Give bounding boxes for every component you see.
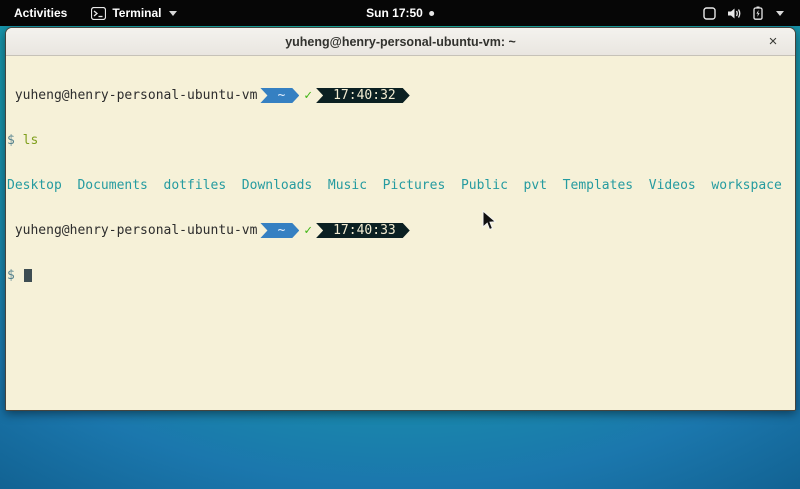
directory-name: Templates [563,178,633,193]
prompt-dollar: $ [7,268,15,283]
ls-output-line: Desktop Documents dotfiles Downloads Music Pi… [7,178,794,193]
chevron-down-icon [776,11,784,16]
directory-name: Desktop [7,178,62,193]
directory-name: Pictures [383,178,446,193]
prompt-user-host: yuheng@henry-personal-ubuntu-vm [7,223,257,238]
prompt-user-host: yuheng@henry-personal-ubuntu-vm [7,88,257,103]
powerline-time-segment: 17:40:32 [316,88,410,103]
close-button[interactable]: × [763,32,783,52]
terminal-window: yuheng@henry-personal-ubuntu-vm: ~ × yuh… [5,27,796,411]
powerline-path-segment: ~ [260,88,299,103]
prompt-line-2: yuheng@henry-personal-ubuntu-vm ~ ✓ 17:4… [7,223,794,238]
terminal-icon [91,7,106,20]
powerline-time-segment: 17:40:33 [316,223,410,238]
directory-name: dotfiles [164,178,227,193]
input-line: $ [7,268,794,283]
clock-button[interactable]: Sun 17:50 [358,0,442,26]
battery-charging-icon [753,6,763,20]
status-check-icon: ✓ [304,88,312,103]
directory-name: workspace [711,178,781,193]
prompt-line-1: yuheng@henry-personal-ubuntu-vm ~ ✓ 17:4… [7,88,794,103]
directory-name: Downloads [242,178,312,193]
clock-label: Sun 17:50 [366,6,423,20]
directory-name: Documents [77,178,147,193]
window-title: yuheng@henry-personal-ubuntu-vm: ~ [6,35,795,49]
notification-dot [429,11,434,16]
directory-name: pvt [524,178,547,193]
directory-name: Videos [649,178,696,193]
directory-name: Music [328,178,367,193]
powerline-path-segment: ~ [260,223,299,238]
app-menu-label: Terminal [112,6,161,20]
terminal-content[interactable]: yuheng@henry-personal-ubuntu-vm ~ ✓ 17:4… [6,56,795,410]
volume-icon [727,7,742,20]
window-titlebar[interactable]: yuheng@henry-personal-ubuntu-vm: ~ × [6,28,795,56]
chevron-down-icon [169,11,177,16]
top-bar: Activities Terminal Sun 17:50 [0,0,800,26]
command-line: $ ls [7,133,794,148]
terminal-cursor [24,269,32,282]
tablet-icon [703,7,716,20]
activities-label: Activities [14,6,67,20]
activities-button[interactable]: Activities [0,0,81,26]
command-text: ls [23,133,39,148]
app-menu-terminal[interactable]: Terminal [81,0,187,26]
directory-name: Public [461,178,508,193]
system-status-menu[interactable] [695,0,792,26]
prompt-dollar: $ [7,133,15,148]
status-check-icon: ✓ [304,223,312,238]
